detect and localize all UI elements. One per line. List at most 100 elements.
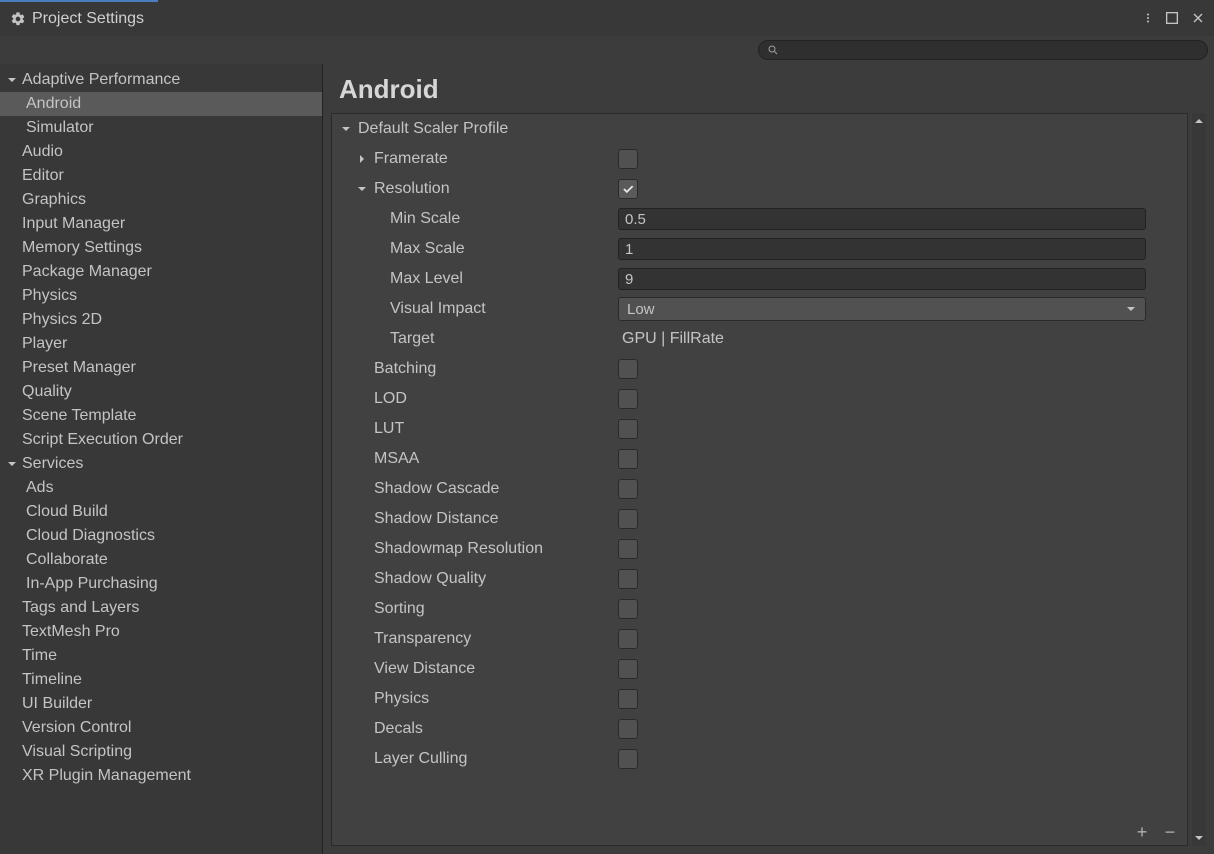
sidebar-item-services[interactable]: Services (0, 452, 322, 476)
sidebar-item-label: Graphics (22, 191, 86, 209)
sidebar-item-label: Time (22, 647, 57, 665)
shadowmap-resolution-label: Shadowmap Resolution (374, 540, 543, 558)
sidebar-item-script-execution-order[interactable]: Script Execution Order (0, 428, 322, 452)
visual-impact-value: Low (627, 301, 655, 318)
window-tab[interactable]: Project Settings (0, 0, 158, 36)
sidebar-item-cloud-diagnostics[interactable]: Cloud Diagnostics (0, 524, 322, 548)
sidebar-item-label: TextMesh Pro (22, 623, 120, 641)
sidebar-item-label: Tags and Layers (22, 599, 139, 617)
sidebar-item-tags-and-layers[interactable]: Tags and Layers (0, 596, 322, 620)
sidebar-item-label: Timeline (22, 671, 82, 689)
target-value: GPU | FillRate (618, 330, 724, 348)
lut-row: LUT (332, 414, 1187, 444)
sidebar-item-adaptive-performance[interactable]: Adaptive Performance (0, 68, 322, 92)
sidebar-item-xr-plugin-management[interactable]: XR Plugin Management (0, 764, 322, 788)
sidebar-item-ui-builder[interactable]: UI Builder (0, 692, 322, 716)
foldout-arrow-icon[interactable] (356, 153, 368, 165)
shadow-distance-label: Shadow Distance (374, 510, 499, 528)
scroll-down-icon[interactable] (1193, 832, 1205, 844)
sidebar-item-package-manager[interactable]: Package Manager (0, 260, 322, 284)
max-level-input[interactable] (618, 268, 1146, 290)
sidebar-item-label: Cloud Diagnostics (26, 527, 155, 545)
max-scale-row: Max Scale (332, 234, 1187, 264)
sidebar-item-ads[interactable]: Ads (0, 476, 322, 500)
sidebar-item-version-control[interactable]: Version Control (0, 716, 322, 740)
sidebar-item-label: Preset Manager (22, 359, 136, 377)
resolution-row: Resolution (332, 174, 1187, 204)
lod-row: LOD (332, 384, 1187, 414)
sidebar-item-editor[interactable]: Editor (0, 164, 322, 188)
foldout-arrow-icon (6, 74, 18, 86)
target-row: Target GPU | FillRate (332, 324, 1187, 354)
min-scale-row: Min Scale (332, 204, 1187, 234)
list-footer: + − (1125, 819, 1187, 845)
min-scale-input[interactable] (618, 208, 1146, 230)
sidebar-item-collaborate[interactable]: Collaborate (0, 548, 322, 572)
sidebar-item-scene-template[interactable]: Scene Template (0, 404, 322, 428)
lut-checkbox[interactable] (618, 419, 638, 439)
window-title: Project Settings (32, 10, 144, 28)
physics-checkbox[interactable] (618, 689, 638, 709)
shadowmap-resolution-checkbox[interactable] (618, 539, 638, 559)
layer-culling-row: Layer Culling (332, 744, 1187, 774)
sidebar-item-quality[interactable]: Quality (0, 380, 322, 404)
sidebar-item-cloud-build[interactable]: Cloud Build (0, 500, 322, 524)
remove-button[interactable]: − (1159, 823, 1181, 841)
view-distance-row: View Distance (332, 654, 1187, 684)
shadow-quality-label: Shadow Quality (374, 570, 486, 588)
sidebar-item-label: Quality (22, 383, 72, 401)
sidebar-item-visual-scripting[interactable]: Visual Scripting (0, 740, 322, 764)
sidebar-item-memory-settings[interactable]: Memory Settings (0, 236, 322, 260)
sorting-checkbox[interactable] (618, 599, 638, 619)
target-label: Target (390, 330, 434, 348)
default-scaler-profile-header[interactable]: Default Scaler Profile (332, 114, 1187, 144)
lod-checkbox[interactable] (618, 389, 638, 409)
transparency-row: Transparency (332, 624, 1187, 654)
visual-impact-dropdown[interactable]: Low (618, 297, 1146, 321)
add-button[interactable]: + (1131, 823, 1153, 841)
maximize-icon[interactable] (1164, 10, 1180, 26)
sidebar-item-simulator[interactable]: Simulator (0, 116, 322, 140)
shadow-distance-checkbox[interactable] (618, 509, 638, 529)
layer-culling-checkbox[interactable] (618, 749, 638, 769)
shadow-cascade-label: Shadow Cascade (374, 480, 499, 498)
transparency-checkbox[interactable] (618, 629, 638, 649)
sidebar-item-audio[interactable]: Audio (0, 140, 322, 164)
resolution-checkbox[interactable] (618, 179, 638, 199)
max-scale-label: Max Scale (390, 240, 465, 258)
foldout-arrow-icon[interactable] (356, 183, 368, 195)
sidebar-item-physics[interactable]: Physics (0, 284, 322, 308)
transparency-label: Transparency (374, 630, 471, 648)
sidebar-item-physics-2d[interactable]: Physics 2D (0, 308, 322, 332)
shadow-quality-checkbox[interactable] (618, 569, 638, 589)
sidebar-item-time[interactable]: Time (0, 644, 322, 668)
max-scale-input[interactable] (618, 238, 1146, 260)
sidebar-item-label: Cloud Build (26, 503, 108, 521)
sidebar-item-textmesh-pro[interactable]: TextMesh Pro (0, 620, 322, 644)
framerate-checkbox[interactable] (618, 149, 638, 169)
sidebar-item-preset-manager[interactable]: Preset Manager (0, 356, 322, 380)
decals-checkbox[interactable] (618, 719, 638, 739)
sidebar-item-android[interactable]: Android (0, 92, 322, 116)
sorting-label: Sorting (374, 600, 425, 618)
shadow-cascade-checkbox[interactable] (618, 479, 638, 499)
main-scrollbar[interactable] (1192, 113, 1206, 846)
batching-row: Batching (332, 354, 1187, 384)
msaa-checkbox[interactable] (618, 449, 638, 469)
sidebar-item-label: Memory Settings (22, 239, 142, 257)
search-row (0, 36, 1214, 64)
sidebar-item-label: Scene Template (22, 407, 136, 425)
sidebar-item-in-app-purchasing[interactable]: In-App Purchasing (0, 572, 322, 596)
kebab-menu-icon[interactable] (1142, 10, 1154, 26)
sidebar-item-player[interactable]: Player (0, 332, 322, 356)
search-input[interactable] (758, 40, 1208, 60)
batching-checkbox[interactable] (618, 359, 638, 379)
profile-header-label: Default Scaler Profile (358, 120, 508, 138)
view-distance-checkbox[interactable] (618, 659, 638, 679)
sidebar-item-label: Script Execution Order (22, 431, 183, 449)
close-icon[interactable] (1190, 10, 1206, 26)
sidebar-item-timeline[interactable]: Timeline (0, 668, 322, 692)
scroll-up-icon[interactable] (1193, 115, 1205, 127)
sidebar-item-input-manager[interactable]: Input Manager (0, 212, 322, 236)
sidebar-item-graphics[interactable]: Graphics (0, 188, 322, 212)
